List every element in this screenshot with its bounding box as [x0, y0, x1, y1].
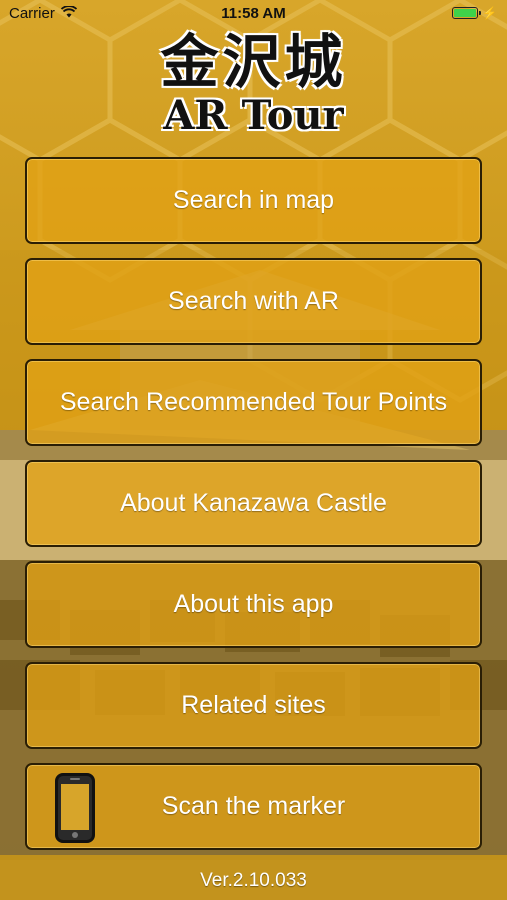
battery-icon: [452, 7, 482, 19]
scan-the-marker-button[interactable]: Scan the marker: [25, 763, 482, 850]
about-this-app-button[interactable]: About this app: [25, 561, 482, 648]
menu-button-label: About this app: [173, 590, 334, 618]
smartphone-icon: [55, 773, 95, 843]
status-time: 11:58 AM: [221, 5, 286, 22]
search-with-ar-button[interactable]: Search with AR: [25, 258, 482, 345]
menu-button-label: Related sites: [181, 691, 326, 719]
version-label: Ver.2.10.033: [200, 870, 307, 891]
related-sites-button[interactable]: Related sites: [25, 662, 482, 749]
menu-button-label: Search in map: [172, 186, 335, 214]
menu-button-label: Search Recommended Tour Points: [59, 388, 448, 416]
menu-button-label: About Kanazawa Castle: [120, 489, 387, 517]
menu-button-label: Search with AR: [168, 287, 339, 315]
status-bar: Carrier 11:58 AM ⚡: [0, 0, 507, 28]
logo-subtitle: AR Tour: [163, 92, 344, 139]
menu-button-label: Scan the marker: [161, 792, 346, 820]
app-logo: 金沢城 AR Tour: [0, 30, 507, 138]
logo-title-kanji: 金沢城: [160, 28, 347, 96]
status-right: ⚡: [452, 6, 497, 20]
search-in-map-button[interactable]: Search in map: [25, 157, 482, 244]
about-kanazawa-castle-button[interactable]: About Kanazawa Castle: [25, 460, 482, 547]
charging-bolt-icon: ⚡: [482, 6, 497, 20]
main-menu: Search in map Search with AR Search Reco…: [25, 157, 482, 864]
search-recommended-tour-points-button[interactable]: Search Recommended Tour Points: [25, 359, 482, 446]
